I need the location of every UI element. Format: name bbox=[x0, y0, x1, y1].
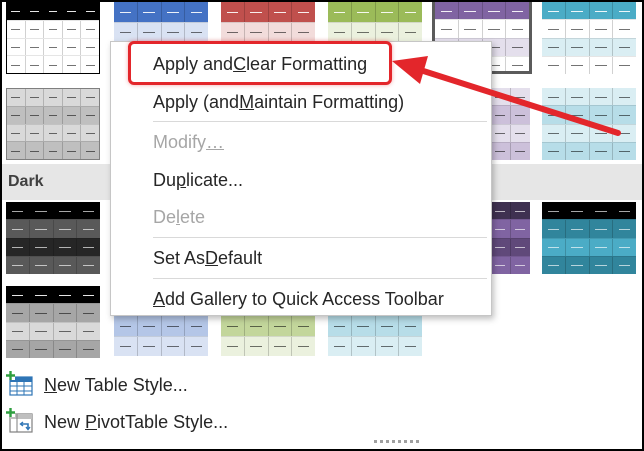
menu-item-duplicate[interactable]: Du p licate... bbox=[111, 163, 489, 197]
command-text: ew Table Style... bbox=[57, 374, 188, 395]
table-style-medium-purple-banded[interactable] bbox=[490, 88, 530, 160]
table-style-dark-light-teal[interactable] bbox=[328, 316, 422, 356]
new-table-style-icon bbox=[6, 371, 40, 399]
menu-item-set-as-default[interactable]: Set As Default bbox=[111, 241, 489, 275]
menu-item-text: efault bbox=[218, 247, 263, 268]
new-table-style-command[interactable]: New Table Style... bbox=[2, 367, 642, 403]
table-style-none-white[interactable] bbox=[6, 2, 100, 74]
menu-item-accelerator: p bbox=[176, 169, 187, 190]
menu-item-text: Apply (and bbox=[153, 91, 240, 112]
menu-item-text: dd Gallery to Quick Access Toolbar bbox=[165, 288, 444, 309]
menu-item-add-to-quick-access[interactable]: Add Gallery to Quick Access Toolbar bbox=[111, 282, 489, 316]
menu-item-text: De bbox=[153, 206, 177, 227]
table-style-medium-teal[interactable] bbox=[542, 2, 636, 74]
table-style-medium-blue[interactable] bbox=[114, 2, 208, 42]
table-style-medium-gray[interactable] bbox=[6, 88, 100, 160]
menu-item-accelerator: … bbox=[206, 131, 225, 152]
command-accelerator: N bbox=[44, 374, 57, 395]
annotation-highlight-box bbox=[128, 41, 392, 85]
menu-item-text: ete bbox=[180, 206, 206, 227]
menu-separator bbox=[153, 121, 487, 122]
menu-item-accelerator: A bbox=[153, 288, 166, 309]
menu-item-modify[interactable]: Modify… bbox=[111, 125, 489, 159]
menu-item-text: Du bbox=[153, 169, 177, 190]
menu-item-accelerator: M bbox=[239, 91, 255, 112]
new-table-style-label: New Table Style... bbox=[44, 375, 188, 396]
menu-item-accelerator: D bbox=[205, 247, 219, 268]
table-style-dark-purple[interactable] bbox=[490, 202, 530, 274]
menu-separator bbox=[153, 278, 487, 279]
new-pivottable-style-command[interactable]: New PivotTable Style... bbox=[2, 404, 642, 440]
table-style-medium-red[interactable] bbox=[221, 2, 315, 42]
table-style-medium-green[interactable] bbox=[328, 2, 422, 42]
command-text: ivotTable Style... bbox=[97, 411, 229, 432]
command-accelerator: P bbox=[85, 411, 98, 432]
dark-section-label: Dark bbox=[8, 173, 44, 190]
command-text: New bbox=[44, 411, 86, 432]
table-style-dark-black[interactable] bbox=[6, 202, 100, 274]
table-style-medium-teal-banded[interactable] bbox=[542, 88, 636, 160]
table-styles-gallery-panel: Dark Apply and C lear Formatting Apply (… bbox=[0, 0, 644, 451]
menu-item-text: Modify bbox=[153, 131, 207, 152]
menu-item-delete[interactable]: De l ete bbox=[111, 200, 489, 234]
resize-grip-icon[interactable] bbox=[374, 440, 419, 443]
table-style-dark-blue[interactable] bbox=[114, 316, 208, 356]
menu-item-text: licate... bbox=[186, 169, 244, 190]
table-style-dark-gray[interactable] bbox=[6, 286, 100, 358]
menu-separator bbox=[153, 237, 487, 238]
table-style-dark-green[interactable] bbox=[221, 316, 315, 356]
table-style-dark-teal[interactable] bbox=[542, 202, 636, 274]
new-pivottable-style-icon bbox=[6, 408, 40, 436]
new-pivottable-style-label: New PivotTable Style... bbox=[44, 412, 228, 433]
menu-item-text: Set As bbox=[153, 247, 206, 268]
menu-item-apply-maintain-formatting[interactable]: Apply (and Maintain Formatting) bbox=[111, 85, 489, 119]
menu-item-text: aintain Formatting) bbox=[254, 91, 405, 112]
